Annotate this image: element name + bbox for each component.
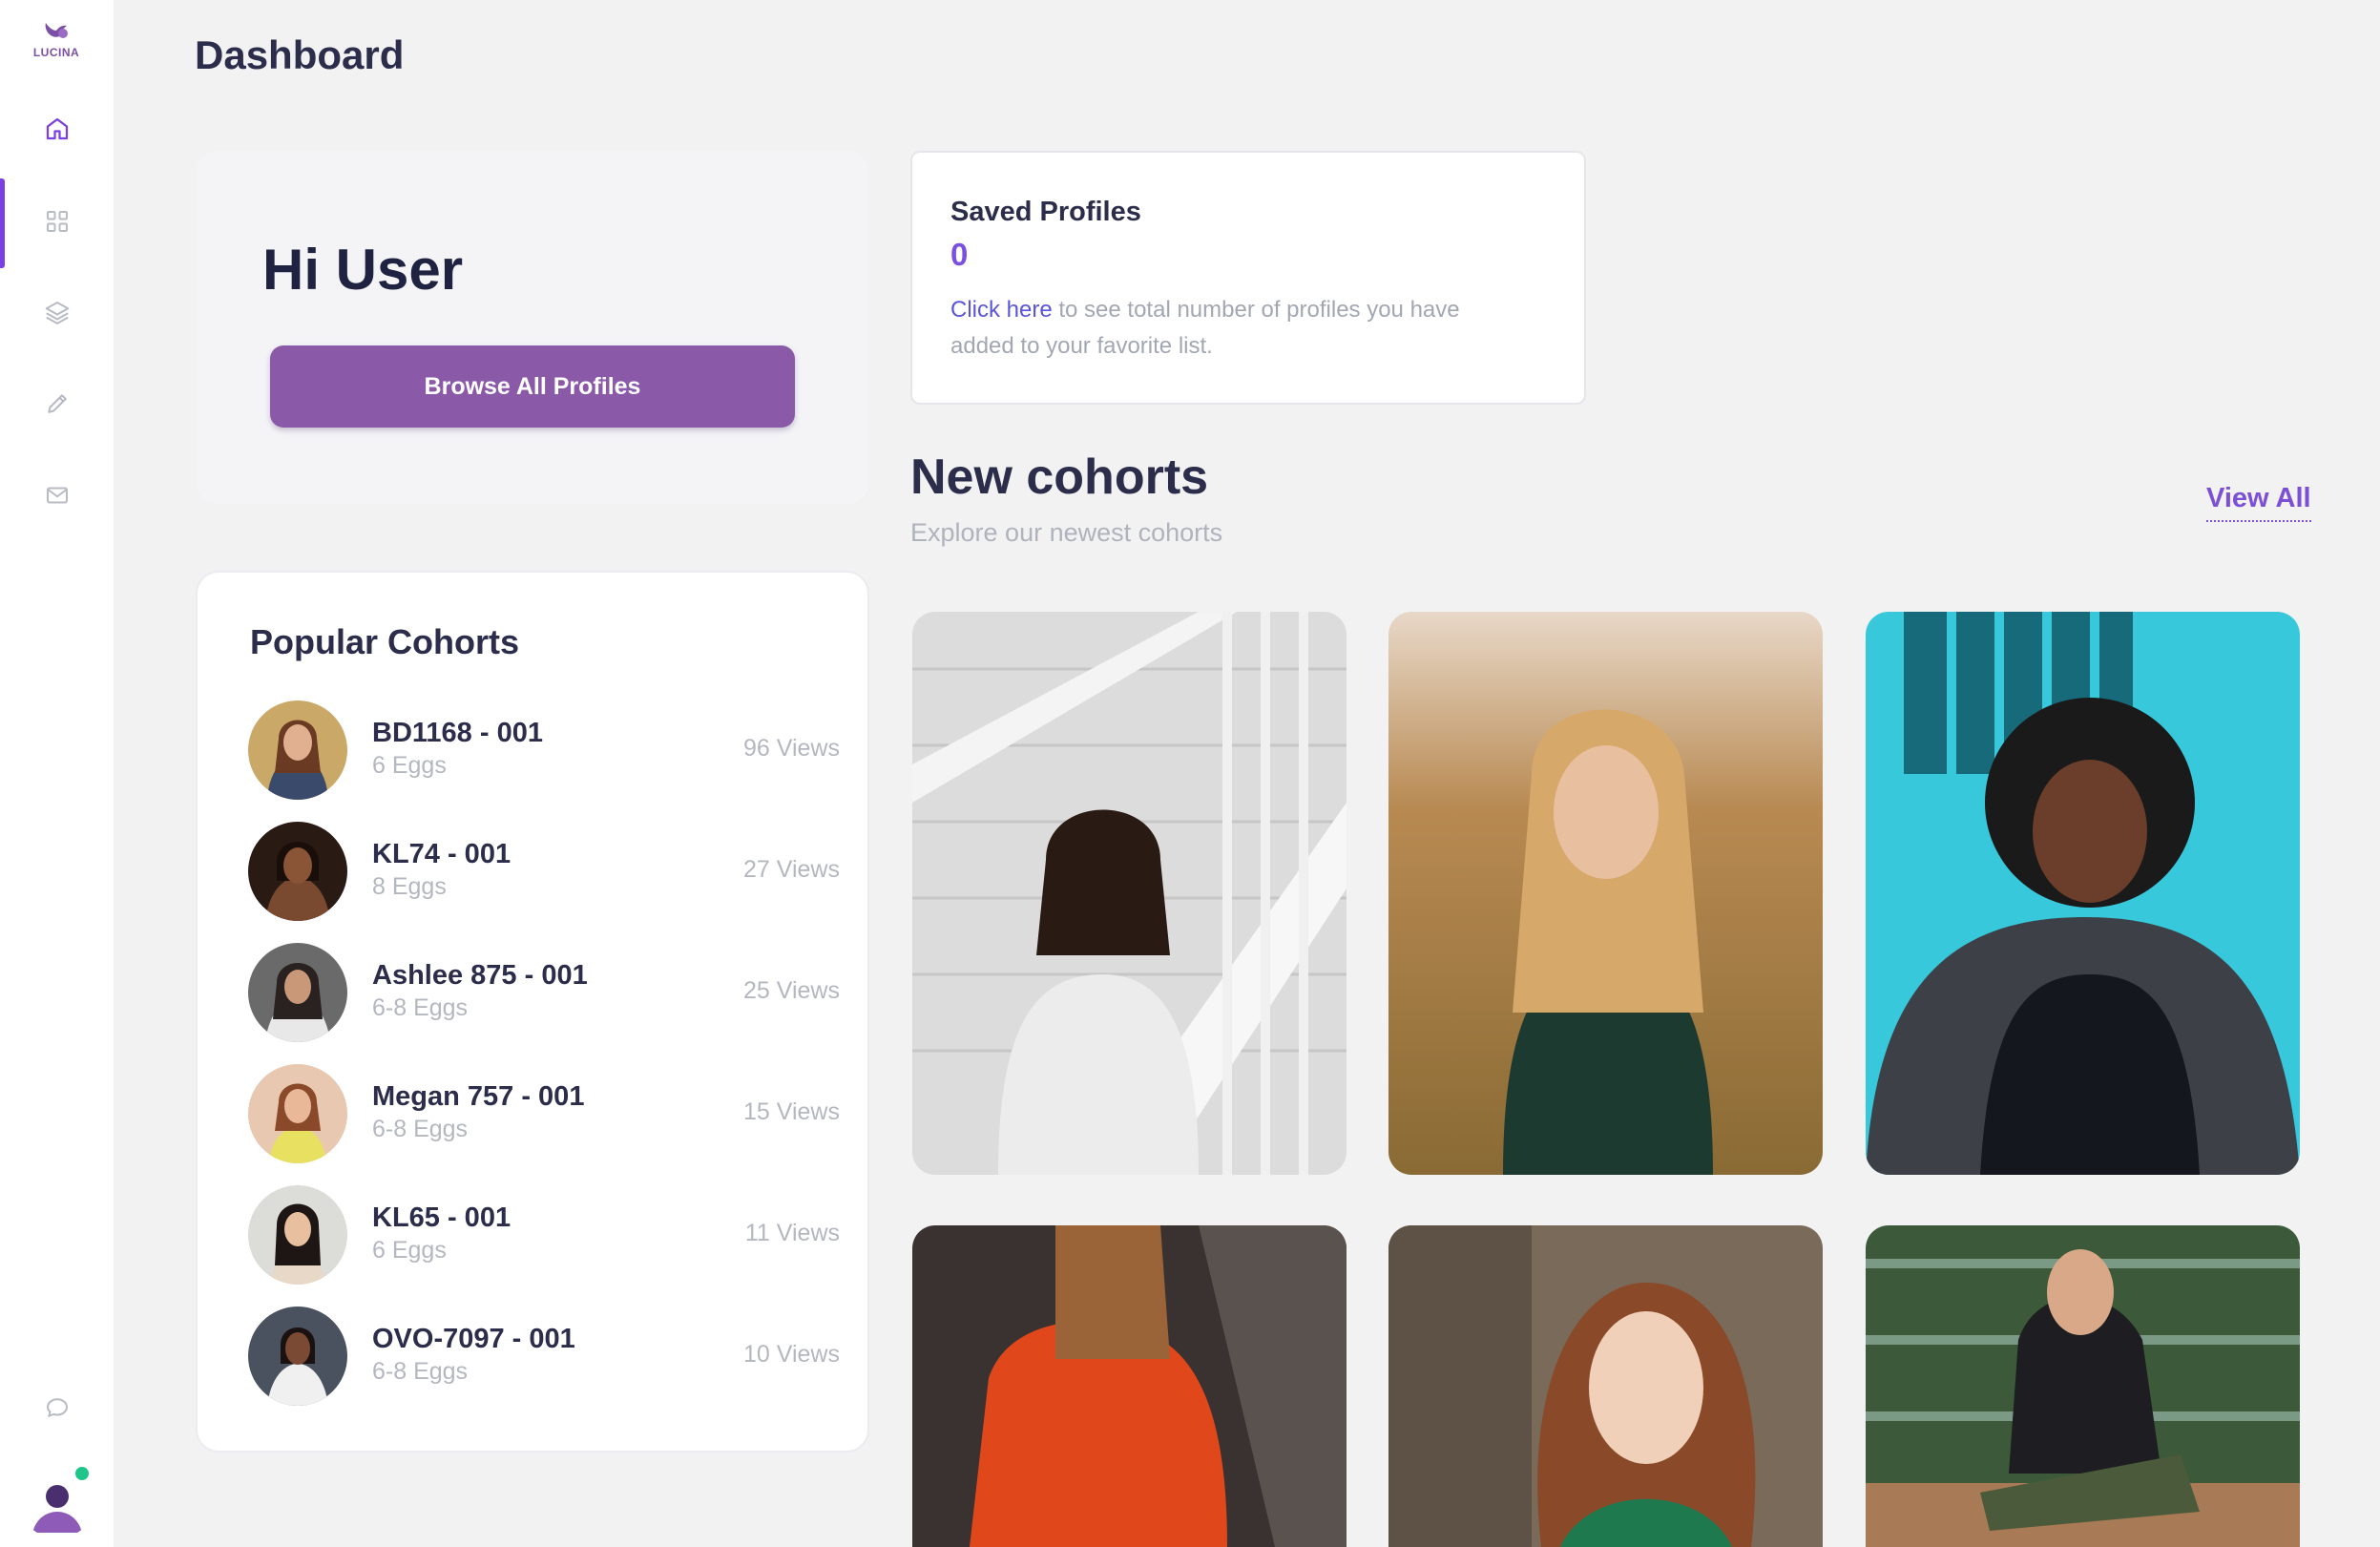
cohort-eggs: 6 Eggs — [372, 752, 447, 779]
cohort-name: Megan 757 - 001 — [372, 1081, 585, 1112]
cohort-name: BD1168 - 001 — [372, 718, 543, 748]
list-item[interactable]: Megan 757 - 001 6-8 Eggs 15 Views — [248, 1064, 840, 1163]
new-cohorts-subtitle: Explore our newest cohorts — [910, 518, 1223, 547]
cohort-name: KL74 - 001 — [372, 839, 511, 869]
sidebar-item-grid[interactable] — [0, 188, 114, 255]
click-here-link[interactable]: Click here — [950, 297, 1053, 323]
home-icon — [46, 117, 68, 140]
cohort-card-3[interactable] — [1866, 612, 2300, 1175]
logo-text: LUCINA — [32, 46, 80, 59]
saved-profiles-card: Saved Profiles 0 Click here to see total… — [910, 151, 1586, 405]
list-item[interactable]: OVO-7097 - 001 6-8 Eggs 10 Views — [248, 1307, 840, 1406]
cohort-eggs: 8 Eggs — [372, 873, 447, 900]
online-status-dot — [73, 1464, 92, 1483]
cohort-avatar-image — [248, 943, 347, 1042]
sidebar: LUCINA — [0, 0, 114, 1547]
avatar — [248, 1185, 347, 1285]
cohort-photo-1 — [912, 612, 1347, 1175]
cohort-card-4[interactable] — [912, 1225, 1347, 1547]
cohort-avatar-image — [248, 1185, 347, 1285]
cohort-photo-6 — [1866, 1225, 2300, 1547]
cohort-views: 25 Views — [743, 977, 840, 1004]
chat-icon — [46, 1398, 68, 1417]
cohort-views: 15 Views — [743, 1098, 840, 1125]
cohort-views: 11 Views — [744, 1220, 840, 1246]
list-item[interactable]: KL74 - 001 8 Eggs 27 Views — [248, 822, 840, 921]
page-title: Dashboard — [195, 32, 405, 77]
cohort-eggs: 6-8 Eggs — [372, 994, 469, 1021]
greeting-title: Hi User — [262, 238, 464, 302]
list-item[interactable]: KL65 - 001 6 Eggs 11 Views — [248, 1185, 840, 1285]
list-item[interactable]: BD1168 - 001 6 Eggs 96 Views — [248, 700, 840, 800]
lucina-logo[interactable]: LUCINA — [25, 17, 88, 69]
sidebar-item-mail[interactable] — [0, 462, 114, 529]
avatar — [248, 1064, 347, 1163]
pencil-icon — [47, 394, 67, 413]
cohort-avatar-image — [248, 822, 347, 921]
sidebar-item-chat[interactable] — [0, 1374, 114, 1441]
cohort-photo-5 — [1388, 1225, 1823, 1547]
saved-profiles-count: 0 — [950, 237, 969, 272]
mail-icon — [46, 487, 68, 504]
grid-icon — [46, 211, 68, 232]
cohort-name: KL65 - 001 — [372, 1202, 511, 1233]
cohort-name: Ashlee 875 - 001 — [372, 960, 588, 991]
cohort-avatar-image — [248, 1307, 347, 1406]
browse-all-profiles-button[interactable]: Browse All Profiles — [270, 345, 795, 428]
cohort-card-2[interactable] — [1388, 612, 1823, 1175]
cohort-card-5[interactable] — [1388, 1225, 1823, 1547]
cohort-card-6[interactable] — [1866, 1225, 2300, 1547]
cohort-views: 96 Views — [743, 735, 840, 762]
cohort-photo-2 — [1388, 612, 1823, 1175]
cohort-photo-3 — [1866, 612, 2300, 1175]
cohort-views: 10 Views — [743, 1341, 840, 1368]
cohort-avatar-image — [248, 700, 347, 800]
sidebar-item-home[interactable] — [0, 95, 114, 162]
avatar — [248, 700, 347, 800]
view-all-link[interactable]: View All — [2206, 483, 2311, 522]
list-item[interactable]: Ashlee 875 - 001 6-8 Eggs 25 Views — [248, 943, 840, 1042]
cohort-name: OVO-7097 - 001 — [372, 1324, 575, 1354]
new-cohorts-title: New cohorts — [910, 449, 1209, 505]
cohort-eggs: 6-8 Eggs — [372, 1116, 469, 1142]
layers-icon — [45, 302, 69, 324]
cohort-avatar-image — [248, 1064, 347, 1163]
cohort-eggs: 6-8 Eggs — [372, 1358, 469, 1385]
cohort-card-1[interactable] — [912, 612, 1347, 1175]
avatar — [248, 822, 347, 921]
saved-profiles-title: Saved Profiles — [950, 197, 1141, 227]
avatar — [248, 1307, 347, 1406]
sidebar-item-layers[interactable] — [0, 279, 114, 345]
avatar — [248, 943, 347, 1042]
greeting-card: Hi User Browse All Profiles — [196, 151, 869, 504]
sidebar-item-edit[interactable] — [0, 370, 114, 437]
popular-cohorts-card: Popular Cohorts BD1168 - 001 6 Eggs 96 V… — [196, 571, 869, 1453]
bird-logo-icon — [45, 23, 68, 38]
cohort-eggs: 6 Eggs — [372, 1237, 447, 1264]
cohort-views: 27 Views — [743, 856, 840, 883]
saved-profiles-description: Click here to see total number of profil… — [950, 292, 1523, 365]
cohort-photo-4 — [912, 1225, 1347, 1547]
popular-cohorts-title: Popular Cohorts — [250, 622, 520, 661]
